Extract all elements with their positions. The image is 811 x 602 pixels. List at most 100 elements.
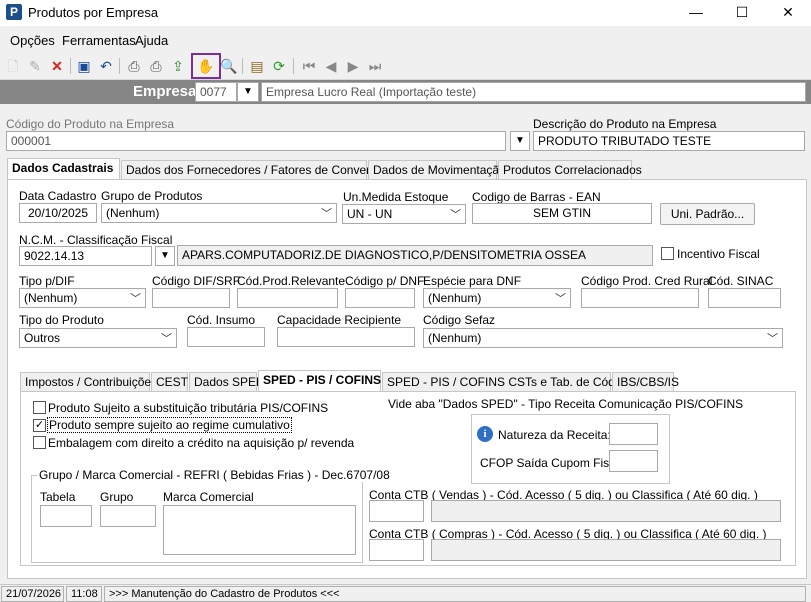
ean-field[interactable]: SEM GTIN [472, 203, 652, 224]
info-icon: i [477, 426, 493, 442]
chevron-down-icon: ﹀ [555, 293, 566, 305]
status-message: >>> Manutenção do Cadastro de Produtos <… [104, 586, 806, 602]
insumo-label: Cód. Insumo [187, 313, 256, 327]
maximize-button[interactable]: ☐ [719, 0, 765, 24]
tipo-dif-select[interactable]: (Nenhum) ﹀ [19, 288, 146, 308]
ctb-vendas-code-field[interactable] [369, 500, 424, 522]
cod-relevante-field[interactable] [237, 288, 338, 308]
embalagem-checkbox[interactable] [33, 436, 46, 449]
folder-icon[interactable]: ▤ [248, 57, 266, 75]
hand-icon[interactable]: ✋ [197, 57, 215, 75]
tipo-produto-select[interactable]: Outros ﹀ [19, 328, 177, 348]
incentivo-fiscal-checkbox[interactable] [661, 247, 674, 260]
cod-relevante-label: Cód.Prod.Relevante [237, 274, 346, 288]
grupo-produtos-label: Grupo de Produtos [101, 189, 203, 203]
tab-dados-fornecedores[interactable]: Dados dos Fornecedores / Fatores de Conv… [121, 160, 389, 180]
minimize-button[interactable]: — [673, 0, 719, 24]
menu-opcoes[interactable]: Opções [10, 33, 55, 48]
marca-field[interactable] [163, 505, 356, 555]
refresh-icon[interactable]: ⟳ [270, 57, 288, 75]
uni-padrao-button[interactable]: Uni. Padrão... [660, 203, 755, 225]
delete-icon[interactable]: ✕ [48, 57, 66, 75]
next-record-icon[interactable]: ▶ [344, 57, 362, 75]
menu-ferramentas[interactable]: Ferramentas [62, 33, 136, 48]
codigo-label: Código do Produto na Empresa [6, 117, 175, 131]
empresa-dropdown-button[interactable]: ▼ [237, 82, 259, 102]
subtab-sped-csts[interactable]: SPED - PIS / COFINS CSTs e Tab. de Códig… [382, 372, 637, 392]
grupo-field[interactable] [100, 505, 156, 527]
new-icon[interactable]: 🗋 [4, 57, 22, 75]
substituicao-checkbox[interactable] [33, 401, 46, 414]
codigo-dnf-field[interactable] [345, 288, 415, 308]
tipo-dif-value: (Nenhum) [24, 291, 78, 305]
menu-ajuda[interactable]: Ajuda [135, 33, 168, 48]
previous-record-icon[interactable]: ◀ [322, 57, 340, 75]
first-record-icon[interactable]: ⏮ [300, 57, 318, 75]
codigo-dropdown-button[interactable]: ▼ [510, 131, 530, 151]
insumo-field[interactable] [187, 327, 265, 347]
toolbar-separator [293, 58, 294, 74]
toolbar: 🗋 ✎ ✕ ▣ ↶ ⎙ ⎙ ⇪ ✋ 🔍 ▤ ⟳ ⏮ ◀ ▶ ⏭ [0, 52, 811, 80]
chevron-down-icon: ﹀ [130, 293, 141, 305]
sinac-label: Cód. SINAC [708, 274, 774, 288]
tab-dados-movimentacao[interactable]: Dados de Movimentação [368, 160, 506, 180]
capacidade-field[interactable] [277, 327, 415, 347]
grupo-marca-title: Grupo / Marca Comercial - REFRI ( Bebida… [37, 468, 392, 482]
subtab-ibs-cbs-is[interactable]: IBS/CBS/IS [612, 372, 679, 392]
subtab-dados-sped[interactable]: Dados SPED [189, 372, 265, 392]
especie-dnf-select[interactable]: (Nenhum) ﹀ [423, 288, 571, 308]
embalagem-label: Embalagem com direito a crédito na aquis… [48, 436, 355, 450]
toolbar-separator [242, 58, 243, 74]
natureza-label: Natureza da Receita: [498, 428, 611, 442]
search-icon[interactable]: 🔍 [220, 57, 238, 75]
data-cadastro-label: Data Cadastro [19, 189, 97, 203]
grupo-produtos-select[interactable]: (Nenhum) ﹀ [101, 203, 337, 223]
close-window-button[interactable]: ✕ [765, 0, 811, 24]
toolbar-separator [70, 58, 71, 74]
cfop-label: CFOP Saída Cupom Fiscal: [480, 456, 628, 470]
print-icon[interactable]: ⎙ [125, 57, 143, 75]
capacidade-label: Capacidade Recipiente [277, 313, 402, 327]
export-icon[interactable]: ⇪ [169, 57, 187, 75]
ncm-label: N.C.M. - Classificação Fiscal [19, 233, 173, 247]
subtab-impostos[interactable]: Impostos / Contribuições [20, 372, 157, 392]
sefaz-label: Código Sefaz [423, 313, 496, 327]
status-time: 11:08 [66, 586, 102, 602]
tab-dados-cadastrais[interactable]: Dados Cadastrais [7, 158, 120, 180]
codigo-dif-field[interactable] [152, 288, 230, 308]
ean-label: Codigo de Barras - EAN [472, 190, 601, 204]
data-cadastro-field[interactable]: 20/10/2025 [19, 203, 97, 223]
toolbar-separator [119, 58, 120, 74]
descricao-field[interactable]: PRODUTO TRIBUTADO TESTE [533, 131, 805, 151]
ctb-compras-code-field[interactable] [369, 539, 424, 561]
edit-icon[interactable]: ✎ [26, 57, 44, 75]
menu-bar: Opções Ferramentas Ajuda [0, 30, 811, 52]
sefaz-select[interactable]: (Nenhum) ﹀ [423, 328, 783, 348]
last-record-icon[interactable]: ⏭ [366, 57, 384, 75]
status-bar: 21/07/2026 11:08 >>> Manutenção do Cadas… [0, 584, 811, 602]
empresa-code-field[interactable]: 0077 [195, 82, 237, 102]
grupo-produtos-value: (Nenhum) [106, 206, 160, 220]
cfop-field[interactable] [609, 450, 658, 472]
tipo-dif-label: Tipo p/DIF [19, 274, 75, 288]
unmedida-label: Un.Medida Estoque [343, 190, 449, 204]
natureza-field[interactable] [609, 423, 658, 445]
chevron-down-icon: ﹀ [767, 333, 778, 345]
subtab-cest[interactable]: CEST [151, 372, 188, 392]
regime-cumulativo-label: Produto sempre sujeito ao regime cumulat… [47, 417, 292, 433]
ncm-description-field: APARS.COMPUTADORIZ.DE DIAGNOSTICO,P/DENS… [177, 245, 653, 266]
print-preview-icon[interactable]: ⎙ [147, 57, 165, 75]
ncm-field[interactable]: 9022.14.13 [19, 246, 152, 266]
subtab-sped-pis-cofins[interactable]: SPED - PIS / COFINS [258, 370, 381, 392]
tabela-field[interactable] [40, 505, 92, 527]
especie-dnf-value: (Nenhum) [428, 291, 482, 305]
cred-rural-field[interactable] [581, 288, 699, 308]
save-icon[interactable]: ▣ [75, 57, 93, 75]
codigo-field[interactable]: 000001 [6, 131, 506, 151]
unmedida-select[interactable]: UN - UN ﹀ [342, 204, 466, 224]
ncm-dropdown-button[interactable]: ▼ [155, 246, 175, 266]
sinac-field[interactable] [708, 288, 781, 308]
regime-cumulativo-checkbox[interactable]: ✓ [33, 419, 46, 432]
tab-produtos-correlacionados[interactable]: Produtos Correlacionados [498, 160, 642, 180]
undo-icon[interactable]: ↶ [97, 57, 115, 75]
